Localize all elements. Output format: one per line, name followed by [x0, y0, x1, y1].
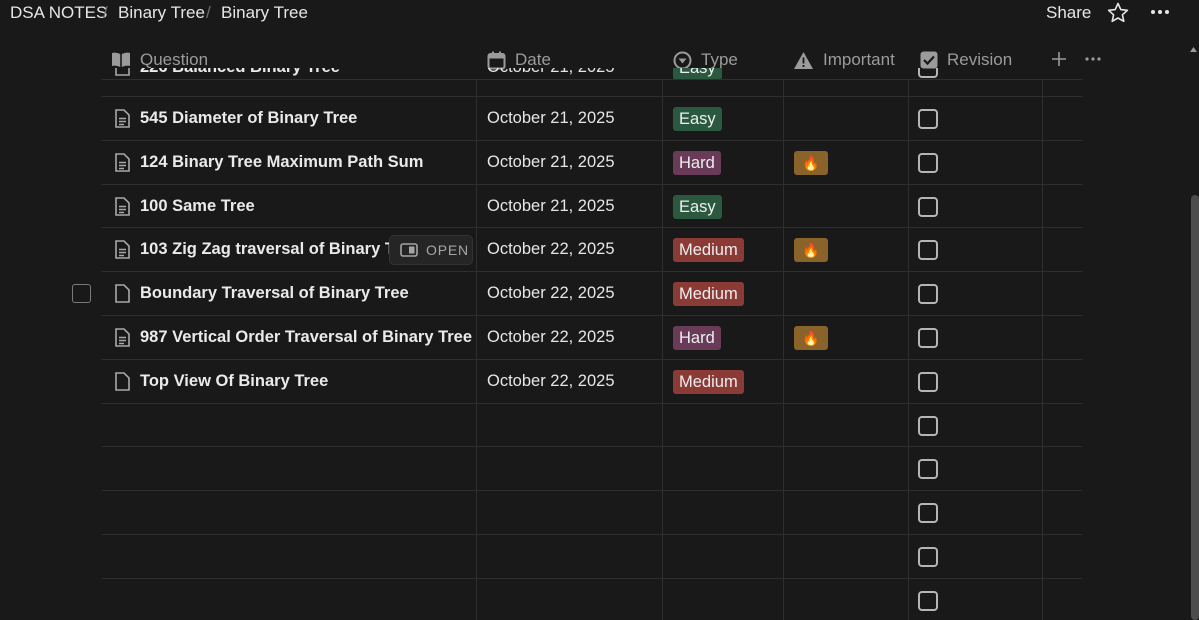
- table-row[interactable]: 103 Zig Zag traversal of Binary Tree Octo…: [0, 228, 1199, 272]
- table-row[interactable]: Boundary Traversal of Binary Tree October…: [0, 272, 1199, 316]
- fire-icon: 🔥: [794, 150, 828, 175]
- date-value: October 22, 2025: [487, 371, 615, 390]
- revision-checkbox[interactable]: [918, 240, 938, 261]
- date-value: October 21, 2025: [487, 68, 615, 77]
- warning-icon: [794, 51, 813, 69]
- question-title[interactable]: 545 Diameter of Binary Tree: [140, 109, 357, 128]
- row-divider: [102, 184, 1082, 185]
- row-divider: [102, 227, 1082, 228]
- question-title[interactable]: 987 Vertical Order Traversal of Binary T…: [140, 328, 472, 347]
- open-button-label: OPEN: [426, 242, 469, 259]
- scroll-up-arrow-icon[interactable]: [1188, 44, 1199, 54]
- date-value: October 22, 2025: [487, 284, 615, 303]
- table-row[interactable]: 100 Same Tree October 21, 2025 Easy: [0, 185, 1199, 229]
- fire-icon: 🔥: [794, 238, 828, 263]
- row-divider: [102, 315, 1082, 316]
- row-select-checkbox[interactable]: [72, 284, 91, 304]
- type-tag[interactable]: Easy: [673, 107, 722, 131]
- date-value: October 22, 2025: [487, 240, 615, 259]
- revision-checkbox[interactable]: [918, 328, 938, 348]
- question-title[interactable]: 103 Zig Zag traversal of Binary Tree: [140, 240, 390, 259]
- revision-checkbox[interactable]: [918, 547, 938, 567]
- row-divider: [102, 359, 1082, 360]
- type-tag[interactable]: Medium: [673, 238, 744, 263]
- table-row[interactable]: 545 Diameter of Binary Tree October 21, 2…: [0, 97, 1199, 141]
- revision-checkbox[interactable]: [918, 284, 938, 305]
- revision-checkbox[interactable]: [918, 590, 938, 611]
- page-icon: [115, 328, 130, 347]
- column-header-label: Revision: [947, 50, 1013, 69]
- page-icon: [115, 109, 130, 128]
- row-divider: [102, 578, 1082, 579]
- row-divider: [102, 534, 1082, 535]
- breadcrumb-workspace[interactable]: DSA NOTES: [10, 3, 107, 23]
- revision-checkbox[interactable]: [918, 459, 938, 480]
- table-row[interactable]: 987 Vertical Order Traversal of Binary T…: [0, 316, 1199, 360]
- revision-checkbox[interactable]: [918, 196, 938, 217]
- column-header-label: Question: [140, 50, 209, 69]
- header-divider: [102, 79, 1082, 80]
- column-header-label: Important: [823, 50, 895, 69]
- date-value: October 21, 2025: [487, 109, 615, 127]
- revision-checkbox[interactable]: [918, 415, 938, 436]
- star-icon[interactable]: [1106, 1, 1130, 25]
- row-divider: [102, 140, 1082, 141]
- revision-checkbox[interactable]: [918, 371, 938, 392]
- row-divider: [102, 446, 1082, 447]
- page-icon: [115, 196, 130, 216]
- scrollbar-thumb[interactable]: [1191, 195, 1199, 620]
- row-divider: [102, 490, 1082, 491]
- row-divider: [102, 271, 1082, 272]
- top-bar: DSA NOTES / Binary Tree / Binary Tree Sh…: [0, 0, 1199, 26]
- question-title[interactable]: Top View Of Binary Tree: [140, 372, 328, 391]
- more-options-icon[interactable]: [1146, 0, 1174, 24]
- fire-icon: 🔥: [794, 326, 828, 350]
- book-icon: [112, 52, 130, 67]
- table-row[interactable]: Top View Of Binary Tree October 22, 2025 M…: [0, 360, 1199, 404]
- breadcrumb-separator: /: [103, 3, 108, 22]
- side-peek-icon: [400, 243, 418, 258]
- add-column-icon[interactable]: [1051, 51, 1067, 67]
- breadcrumb-parent-page[interactable]: Binary Tree: [118, 3, 205, 23]
- breadcrumb-separator: /: [206, 3, 211, 22]
- revision-checkbox[interactable]: [918, 68, 938, 78]
- page-icon: [115, 68, 130, 76]
- page-icon: [115, 284, 130, 303]
- breadcrumb-current-page[interactable]: Binary Tree: [221, 3, 308, 23]
- question-title: 226 Balanced Binary Tree: [140, 68, 340, 77]
- revision-checkbox[interactable]: [918, 109, 938, 129]
- row-divider: [102, 96, 1082, 97]
- date-value: October 21, 2025: [487, 152, 615, 171]
- type-tag[interactable]: Medium: [673, 369, 744, 394]
- table-row[interactable]: 124 Binary Tree Maximum Path Sum October …: [0, 141, 1199, 185]
- type-tag[interactable]: Medium: [673, 282, 744, 307]
- column-header-label: Date: [515, 50, 551, 69]
- revision-checkbox[interactable]: [918, 152, 938, 173]
- page-icon: [115, 152, 130, 172]
- question-title[interactable]: 124 Binary Tree Maximum Path Sum: [140, 153, 423, 172]
- calendar-icon: [487, 51, 506, 69]
- checkbox-checked-icon: [920, 51, 938, 69]
- column-options-icon[interactable]: [1083, 51, 1103, 67]
- date-value: October 21, 2025: [487, 196, 615, 215]
- type-tag[interactable]: Hard: [673, 326, 721, 350]
- open-page-button[interactable]: OPEN: [389, 235, 473, 266]
- select-chevron-icon: [673, 51, 692, 69]
- page-icon: [115, 371, 130, 391]
- date-value: October 22, 2025: [487, 328, 615, 346]
- revision-checkbox[interactable]: [918, 503, 938, 524]
- row-divider: [102, 403, 1082, 404]
- column-header-label: Type: [701, 50, 738, 69]
- type-tag[interactable]: Hard: [673, 150, 721, 175]
- question-title[interactable]: 100 Same Tree: [140, 197, 255, 216]
- type-tag[interactable]: Easy: [673, 194, 722, 219]
- page-icon: [115, 240, 130, 260]
- question-title[interactable]: Boundary Traversal of Binary Tree: [140, 284, 409, 303]
- share-button[interactable]: Share: [1046, 3, 1091, 23]
